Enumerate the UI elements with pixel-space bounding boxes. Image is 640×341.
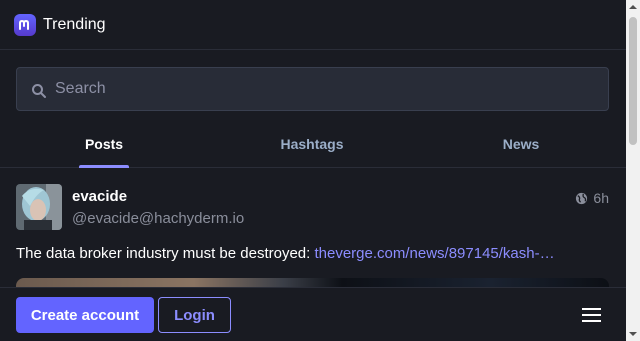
explore-tabs: Posts Hashtags News (0, 120, 626, 168)
scrollbar[interactable] (626, 0, 640, 341)
tab-hashtags[interactable]: Hashtags (271, 120, 353, 167)
search-box[interactable] (16, 67, 609, 111)
status-post[interactable]: evacide @evacide@hachyderm.io 6h The dat… (0, 169, 626, 308)
page-title: Trending (43, 15, 106, 33)
mastodon-logo-icon[interactable] (14, 13, 36, 36)
post-content: The data broker industry must be destroy… (16, 245, 555, 262)
account-handle[interactable]: @evacide@hachyderm.io (72, 210, 244, 227)
globe-icon (576, 192, 588, 204)
hamburger-menu-icon[interactable] (579, 304, 603, 326)
post-text: The data broker industry must be destroy… (16, 245, 315, 262)
create-account-button[interactable]: Create account (16, 297, 154, 333)
search-input[interactable] (55, 80, 555, 98)
display-name[interactable]: evacide (72, 188, 127, 205)
avatar[interactable] (16, 184, 62, 230)
login-button[interactable]: Login (158, 297, 231, 333)
scroll-down-arrow-icon[interactable] (626, 327, 640, 341)
tab-posts[interactable]: Posts (79, 120, 129, 168)
tab-news[interactable]: News (496, 120, 546, 167)
scroll-up-arrow-icon[interactable] (626, 0, 640, 14)
post-meta: 6h (575, 190, 609, 206)
post-link[interactable]: theverge.com/news/897145/kash-… (314, 245, 554, 262)
post-time[interactable]: 6h (593, 190, 609, 206)
signup-bar: Create account Login (0, 287, 626, 341)
top-bar: Trending (0, 0, 626, 50)
scrollbar-thumb[interactable] (629, 17, 637, 145)
search-icon (32, 84, 46, 98)
